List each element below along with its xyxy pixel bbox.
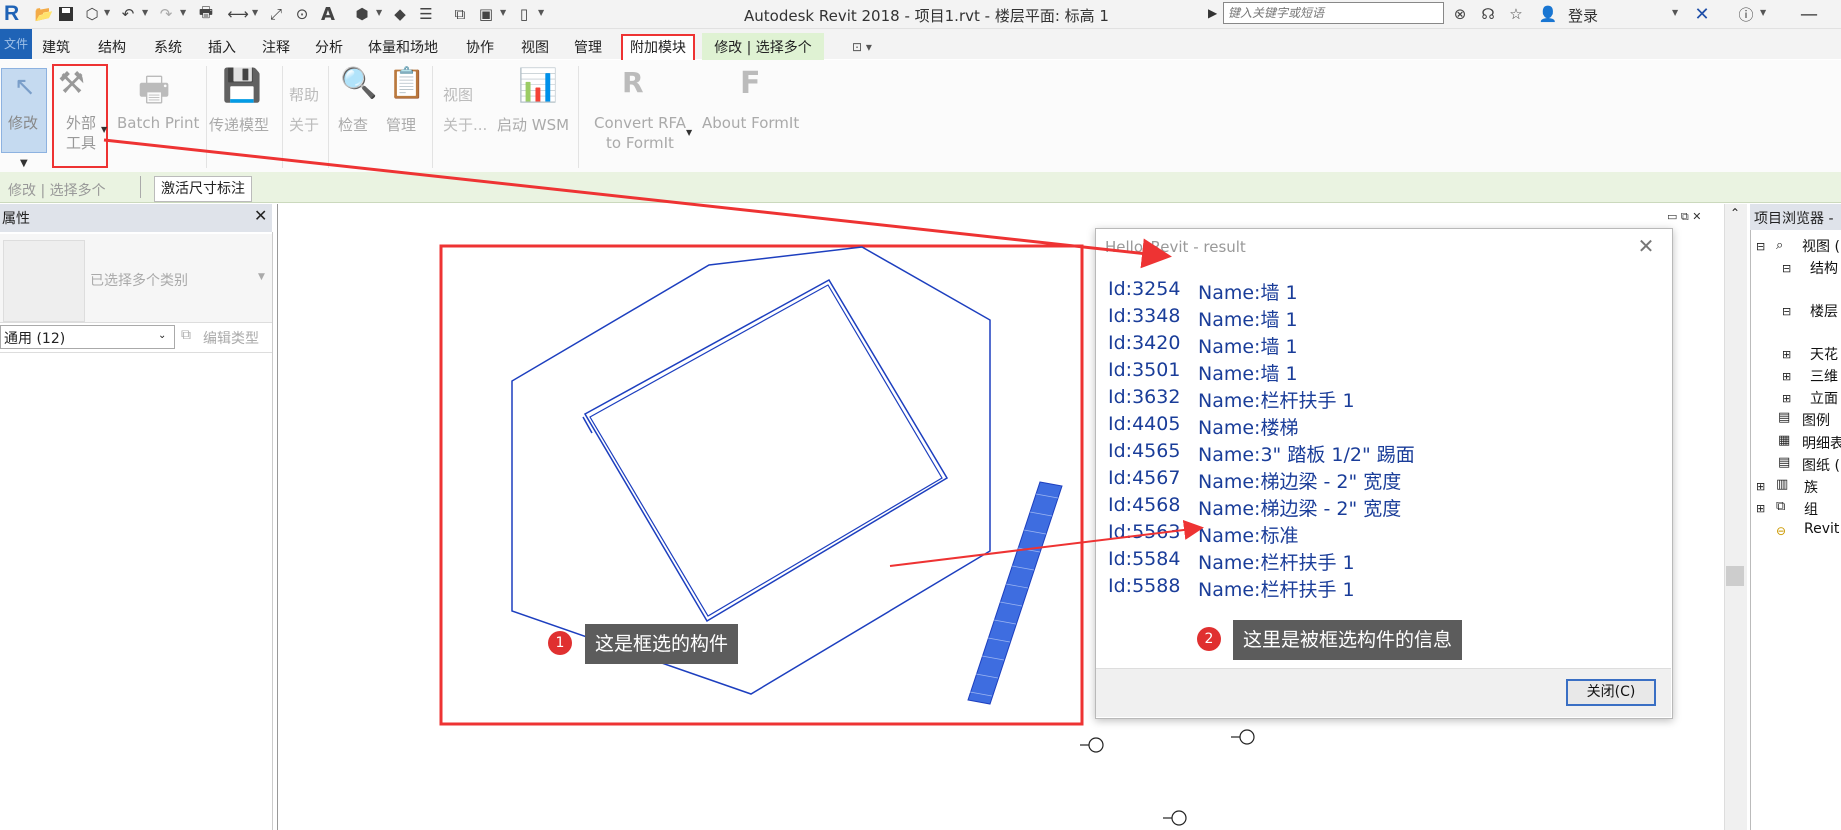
callout-badge-1: 1 <box>548 631 572 655</box>
annotation-arrows <box>103 138 1204 567</box>
callout-tooltip-2: 这里是被框选构件的信息 <box>1233 620 1463 660</box>
arrow-tools-to-dialog <box>103 138 1172 269</box>
callout-badge-2: 2 <box>1197 627 1221 651</box>
arrow-selection-to-info <box>889 520 1204 567</box>
callout-tooltip-1: 这是框选的构件 <box>585 624 739 664</box>
